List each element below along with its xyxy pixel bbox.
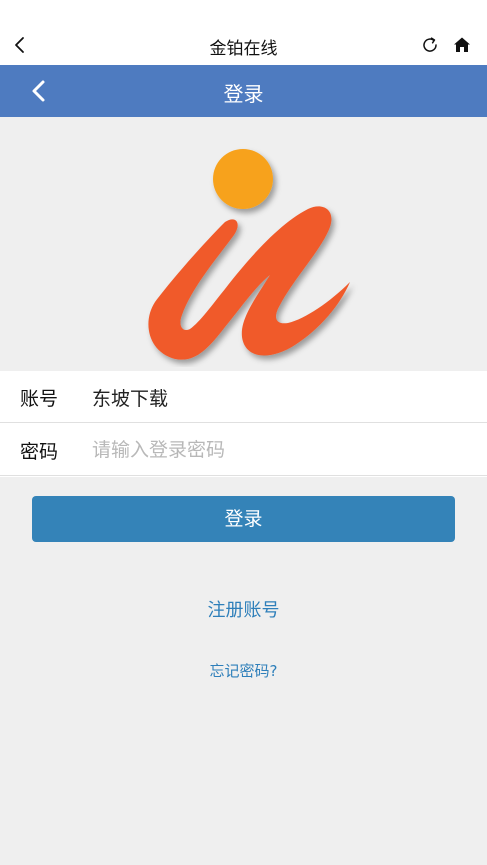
forgot-password-link[interactable]: 忘记密码? [0, 660, 487, 681]
account-row: 账号 [0, 371, 487, 423]
app-logo [148, 149, 350, 360]
refresh-icon[interactable] [420, 35, 440, 55]
logo-area [0, 117, 487, 371]
browser-title: 金铂在线 [209, 39, 278, 59]
account-input[interactable] [92, 381, 462, 413]
login-button[interactable]: 登录 [32, 496, 455, 542]
page-title: 登录 [223, 82, 264, 106]
browser-bar: 金铂在线 [0, 0, 487, 65]
password-input[interactable] [92, 434, 462, 466]
password-row: 密码 [0, 424, 487, 476]
page-header: 登录 [0, 65, 487, 117]
login-form: 账号 密码 [0, 371, 487, 477]
password-label: 密码 [20, 441, 59, 463]
register-link[interactable]: 注册账号 [0, 596, 487, 622]
account-label: 账号 [20, 388, 59, 410]
home-icon[interactable] [452, 35, 472, 55]
